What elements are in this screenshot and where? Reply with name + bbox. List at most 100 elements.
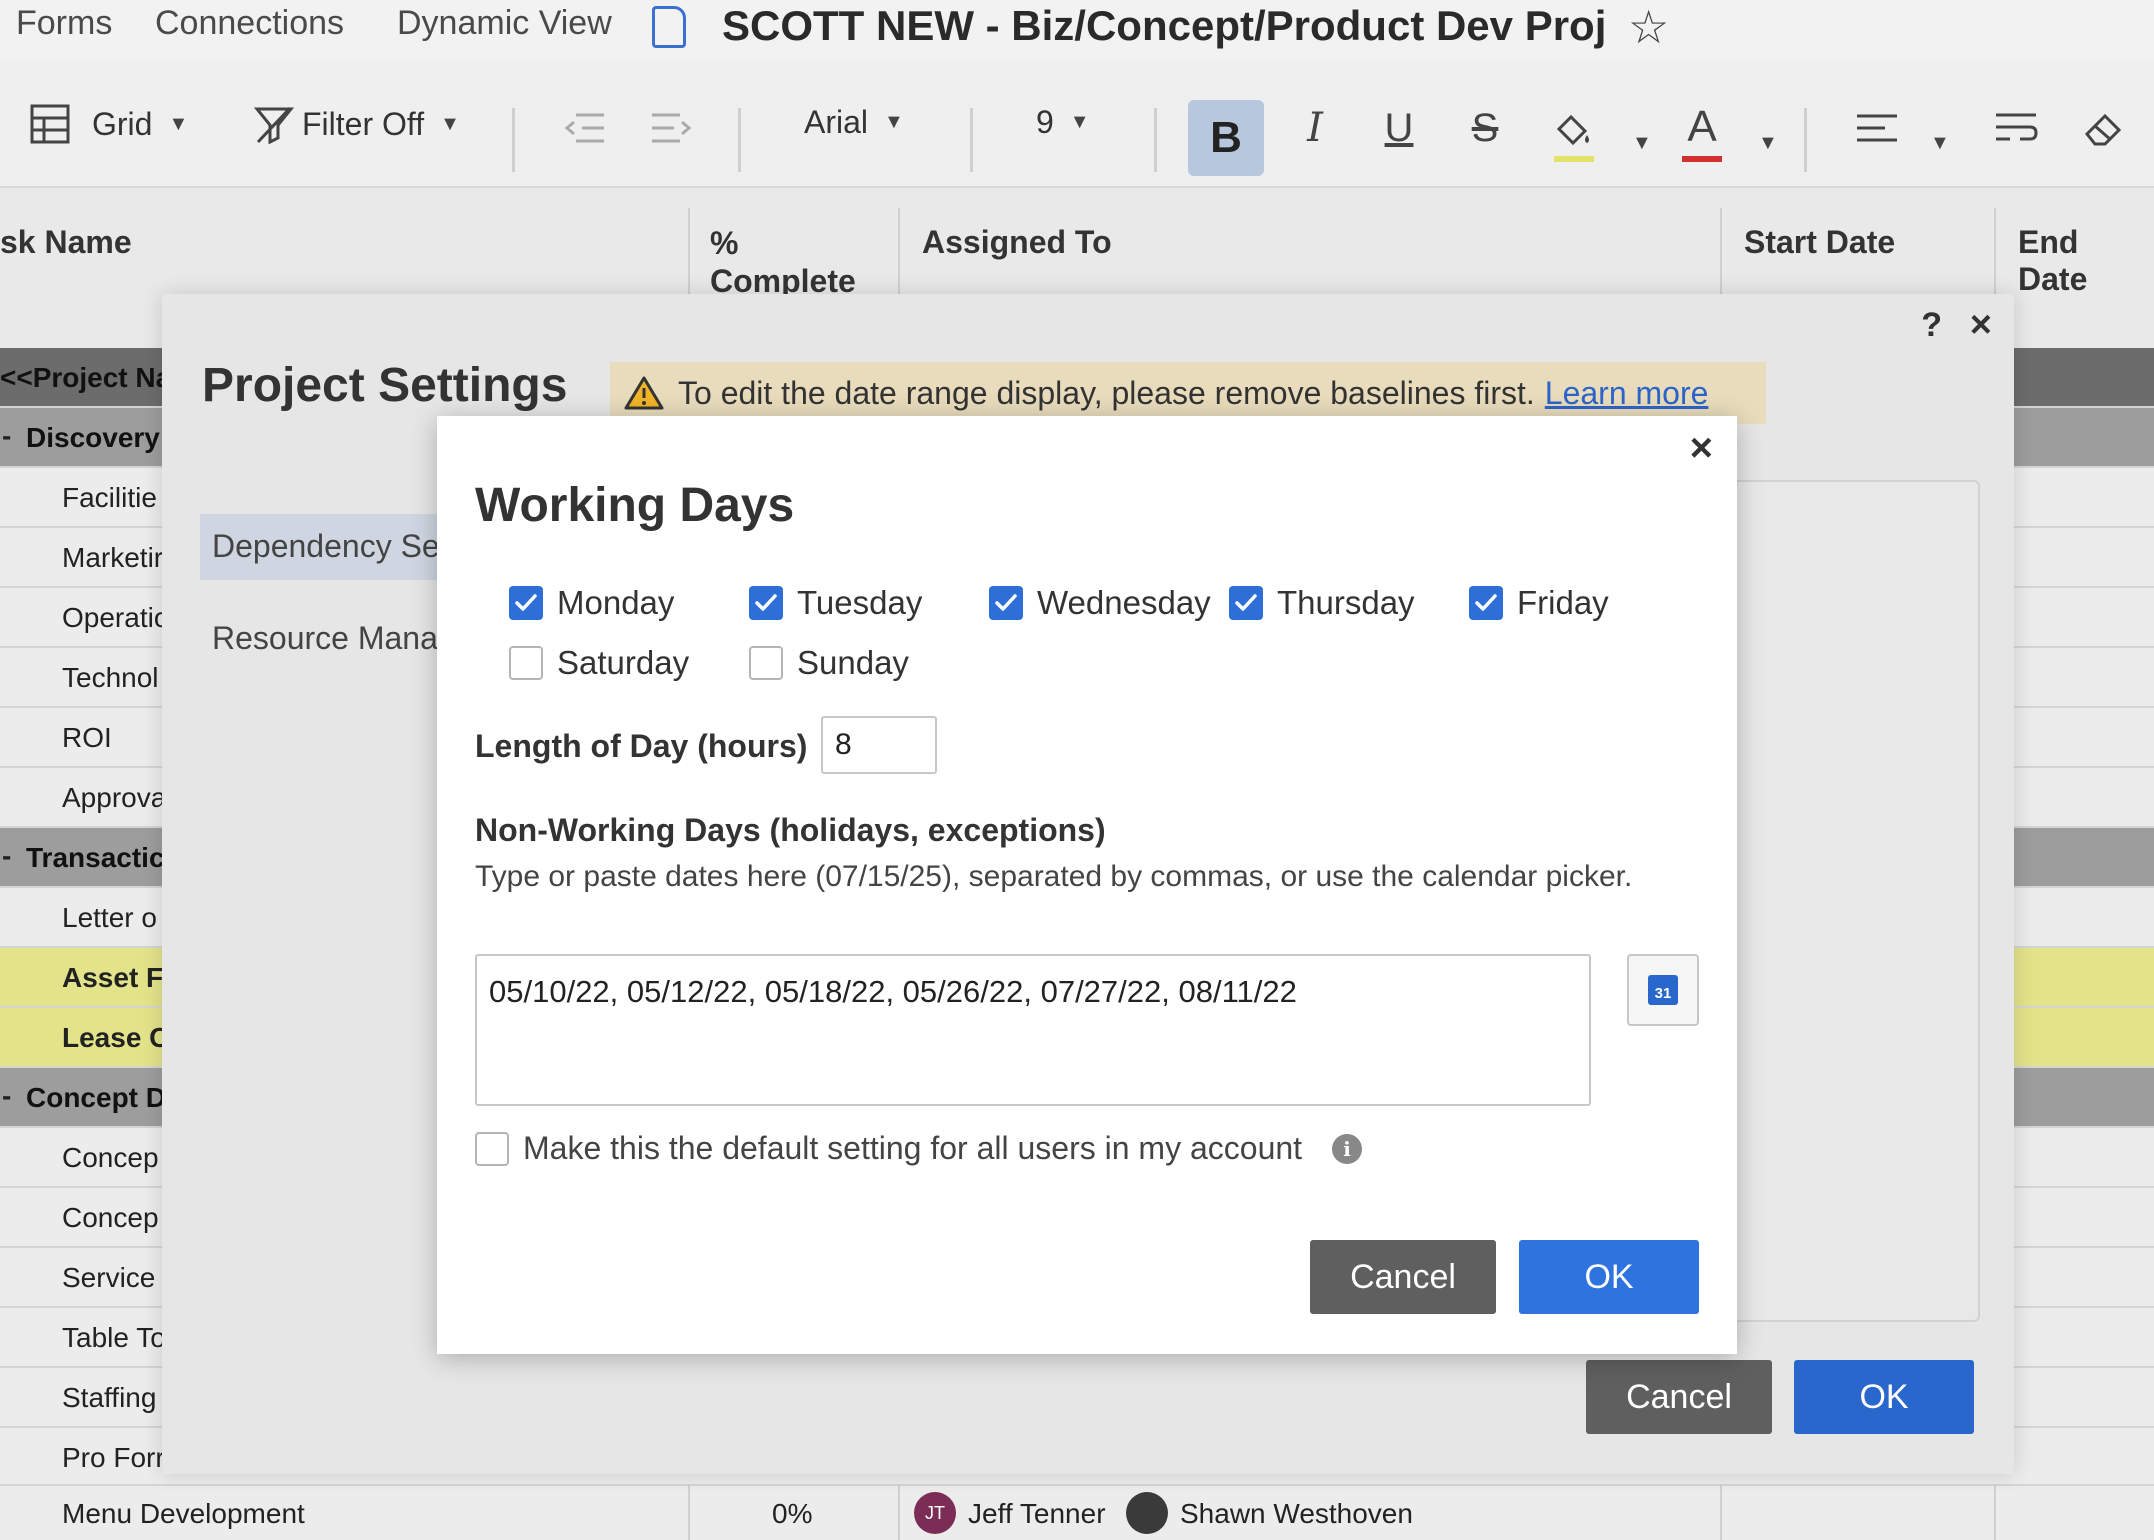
cancel-button[interactable]: Cancel [1586, 1360, 1772, 1434]
font-size-selector[interactable]: 9 ▼ [1036, 104, 1090, 141]
collapse-icon[interactable]: - [2, 840, 11, 872]
outdent-icon[interactable] [560, 100, 610, 156]
underline-button[interactable]: U [1374, 100, 1424, 156]
italic-button[interactable]: I [1290, 100, 1340, 156]
checkbox-checked-icon[interactable] [509, 586, 543, 620]
task-name: Concep [62, 1142, 159, 1173]
toolbar-divider [738, 108, 741, 172]
checkbox-saturday[interactable]: Saturday [509, 644, 689, 682]
favorite-star-icon[interactable]: ☆ [1628, 4, 1669, 50]
task-name: Letter o [62, 902, 157, 933]
avatar: JT [914, 1492, 956, 1534]
settings-nav-dependency[interactable]: Dependency Se [200, 514, 450, 580]
column-header-end-date[interactable]: End Date [2018, 224, 2154, 298]
column-header-assigned-to[interactable]: Assigned To [922, 224, 1112, 261]
sheet-title[interactable]: SCOTT NEW - Biz/Concept/Product Dev Proj [722, 2, 1628, 50]
task-name: Menu Development [62, 1498, 305, 1529]
learn-more-link[interactable]: Learn more [1545, 375, 1709, 412]
column-header-task-name[interactable]: sk Name [0, 224, 132, 261]
text-color-swatch [1682, 156, 1722, 162]
column-header-start-date[interactable]: Start Date [1744, 224, 1895, 261]
chevron-down-icon[interactable]: ▼ [1758, 132, 1778, 155]
calendar-picker-button[interactable]: 31 [1627, 954, 1699, 1026]
font-family-selector[interactable]: Arial ▼ [804, 104, 904, 141]
warning-icon [624, 376, 664, 410]
day-label: Thursday [1277, 584, 1415, 621]
default-setting-row: Make this the default setting for all us… [475, 1130, 1363, 1167]
font-family-value: Arial [804, 104, 869, 140]
fill-color-swatch [1554, 156, 1594, 162]
column-divider [1994, 1484, 1996, 1540]
fill-color-button[interactable] [1546, 96, 1602, 166]
indent-icon[interactable] [646, 100, 696, 156]
column-header-complete[interactable]: % Complete [710, 224, 856, 300]
task-name: Concep [62, 1202, 159, 1233]
align-left-icon[interactable] [1854, 100, 1900, 156]
day-label: Friday [1517, 584, 1609, 621]
checkbox-sunday[interactable]: Sunday [749, 644, 909, 682]
assignee-name: Shawn Westhoven [1180, 1498, 1413, 1529]
collapse-icon[interactable]: - [2, 420, 11, 452]
task-name: <<Project Na [0, 362, 172, 393]
chevron-down-icon[interactable]: ▼ [1632, 132, 1652, 155]
cancel-button[interactable]: Cancel [1310, 1240, 1496, 1314]
checkbox-checked-icon[interactable] [989, 586, 1023, 620]
default-setting-checkbox[interactable] [475, 1131, 509, 1166]
task-name: Operatic [62, 602, 168, 633]
close-icon[interactable]: × [1690, 426, 1713, 471]
help-icon[interactable]: ? [1921, 306, 1942, 345]
info-icon[interactable]: i [1332, 1133, 1363, 1164]
toolbar-divider [512, 108, 515, 172]
filter-selector[interactable]: Filter Off ▼ [254, 104, 460, 144]
toolbar-divider [970, 108, 973, 172]
checkbox-checked-icon[interactable] [1469, 586, 1503, 620]
top-nav: Forms Connections Dynamic View SCOTT NEW… [0, 0, 2154, 60]
checkbox-checked-icon[interactable] [1229, 586, 1263, 620]
bold-button[interactable]: B [1188, 100, 1264, 176]
calendar-icon: 31 [1648, 975, 1678, 1005]
nav-forms[interactable]: Forms [16, 4, 112, 43]
checkbox-thursday[interactable]: Thursday [1229, 584, 1415, 622]
checkbox-unchecked-icon[interactable] [749, 646, 783, 680]
task-name: Service [62, 1262, 156, 1293]
task-name: Facilitie [62, 482, 157, 513]
column-divider [898, 1484, 900, 1540]
checkbox-monday[interactable]: Monday [509, 584, 674, 622]
checkbox-checked-icon[interactable] [749, 586, 783, 620]
wrap-text-icon[interactable] [1994, 100, 2040, 156]
chevron-down-icon: ▼ [440, 112, 460, 135]
warning-text: To edit the date range display, please r… [678, 374, 1535, 411]
settings-nav-resource[interactable]: Resource Mana [200, 606, 450, 672]
checkbox-tuesday[interactable]: Tuesday [749, 584, 922, 622]
eraser-icon[interactable] [2080, 100, 2126, 156]
collapse-icon[interactable]: - [2, 1080, 11, 1112]
nav-connections[interactable]: Connections [155, 4, 344, 43]
non-working-days-help: Type or paste dates here (07/15/25), sep… [475, 860, 1633, 893]
task-name: Marketir [62, 542, 164, 573]
text-color-button[interactable]: A [1674, 96, 1730, 166]
length-of-day-label: Length of Day (hours) [475, 728, 808, 764]
day-label: Saturday [557, 644, 690, 681]
table-row[interactable]: Menu Development 0% JT Jeff Tenner Shawn… [0, 1484, 2154, 1540]
view-selector[interactable]: Grid ▼ [30, 104, 188, 144]
close-icon[interactable]: × [1970, 304, 1992, 347]
ok-button[interactable]: OK [1519, 1240, 1699, 1314]
nav-dynamic-view[interactable]: Dynamic View [397, 4, 612, 43]
sheet-icon [652, 6, 686, 48]
strikethrough-button[interactable]: S [1460, 100, 1510, 156]
checkbox-wednesday[interactable]: Wednesday [989, 584, 1211, 622]
toolbar-divider [1804, 108, 1807, 172]
filter-off-icon [254, 106, 294, 144]
grid-icon [30, 104, 70, 144]
percent-complete: 0% [772, 1498, 813, 1529]
chevron-down-icon: ▼ [1069, 111, 1090, 133]
task-name: Approva [62, 782, 167, 813]
ok-button[interactable]: OK [1794, 1360, 1974, 1434]
chevron-down-icon[interactable]: ▼ [1930, 132, 1950, 155]
day-label: Monday [557, 584, 675, 621]
length-of-day-input[interactable] [821, 716, 937, 774]
non-working-days-input[interactable]: 05/10/22, 05/12/22, 05/18/22, 05/26/22, … [475, 954, 1591, 1106]
checkbox-unchecked-icon[interactable] [509, 646, 543, 680]
checkbox-friday[interactable]: Friday [1469, 584, 1609, 622]
task-name: Technol [62, 662, 159, 693]
